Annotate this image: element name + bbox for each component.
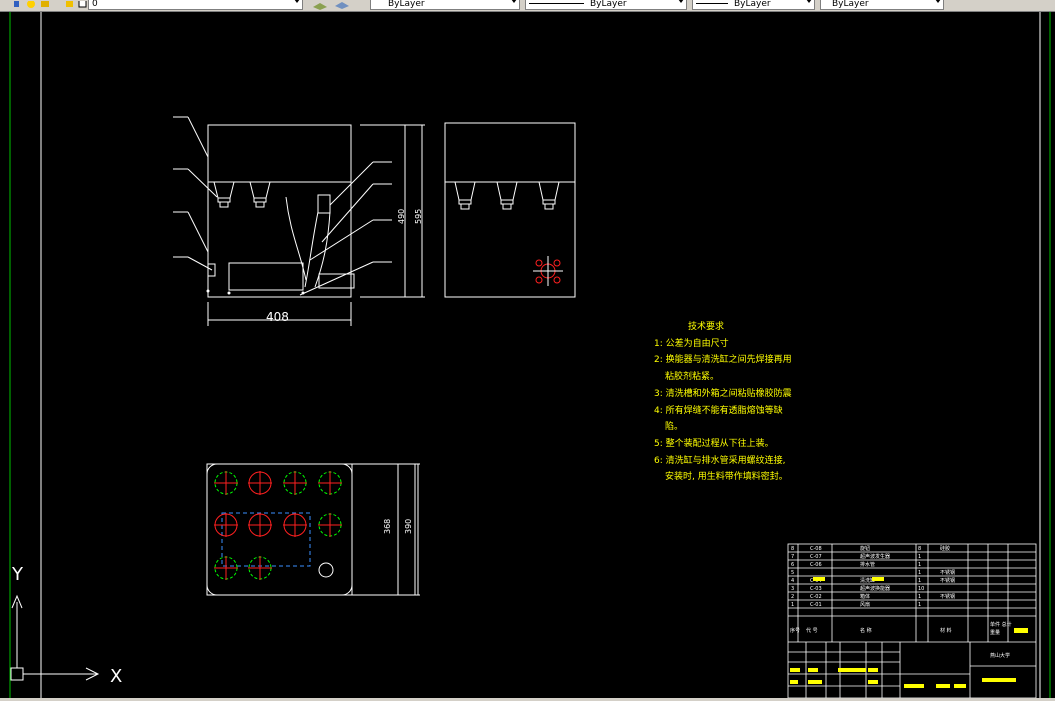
ucs-y-label: Y [11,564,24,585]
dim-plan-outer-label: 390 [404,519,413,534]
tech-note-line: 5: 整个装配过程从下往上装。 [654,439,774,449]
tech-note-line: 4: 所有焊缝不能有透脂熔蚀等缺 [654,406,783,416]
bom-cell-qty: 1 [918,562,921,568]
bom-header-mass: 单件 总计 [990,621,1012,628]
title-block [787,543,1037,698]
layer-previous-icon[interactable] [312,0,328,10]
layer-state-icon[interactable] [12,0,22,8]
tech-note-line: 陷。 [665,422,684,432]
lock-icon[interactable] [40,0,50,8]
tech-note-line: 粘胶剂粘紧。 [665,372,720,382]
bom-cell-qty: 10 [918,586,924,592]
line-sample [529,3,584,4]
ucs-x-label: X [110,666,122,687]
drawing-canvas[interactable]: 408 490 595 368 390 Y X 8 C-08 旋钮 8 硅胶7 … [0,12,1055,698]
tech-note-line: 安装时, 用生料带作填料密封。 [665,472,788,482]
line-sample [696,3,728,4]
bom-cell-code: C-02 [810,594,822,600]
sun-icon[interactable] [26,0,36,8]
lineweight-value: ByLayer [734,0,771,9]
bom-cell-qty: 1 [918,554,921,560]
plotstyle-value: ByLayer [832,0,869,9]
bom-table: 8 C-08 旋钮 8 硅胶 7 C-07 超声波发生器 1 6 C-06 排水管 1 5 1 不锈钢 4 C-0… [791,545,955,608]
chevron-down-icon [935,0,941,3]
dashed-outline [221,512,311,567]
bom-cell-code: C-06 [810,562,822,568]
bom-header-weight: 重量 [990,629,1000,636]
bom-cell-qty: 1 [918,570,921,576]
linetype-value: ByLayer [590,0,627,9]
lineweight-dropdown[interactable]: ByLayer [692,0,815,10]
linetype-dropdown[interactable]: ByLayer [525,0,687,10]
bom-cell-qty: 1 [918,594,921,600]
layer-dropdown[interactable]: 0 [88,0,303,10]
dim-plan-inner-label: 368 [383,519,392,534]
tech-note-line: 1: 公差为自由尺寸 [654,339,729,349]
bom-cell-name: 箱体 [860,593,870,600]
bom-cell-name: 旋钮 [860,545,870,552]
dim-height-inner-label: 490 [397,209,406,224]
tech-note-line: 3: 清洗槽和外箱之间粘贴橡胶防震 [654,389,792,399]
bom-cell-code: C-03 [810,586,822,592]
layer-value: 0 [92,0,98,9]
connector-icon [533,256,563,286]
front-view [173,116,425,326]
bom-cell-no: 4 [791,578,794,584]
bom-cell-material: 不锈钢 [940,569,955,576]
chevron-down-icon [678,0,684,3]
color-square-icon [78,0,88,8]
bom-header-no: 序号 [790,627,800,634]
chevron-down-icon [294,0,300,3]
chevron-down-icon [511,0,517,3]
bom-cell-code: C-07 [810,554,822,560]
bom-cell-no: 7 [791,554,794,560]
layer-freeze-icon[interactable] [65,0,75,8]
bom-header-code: 代 号 [806,627,818,634]
layers-icon[interactable] [334,0,350,9]
plotstyle-dropdown[interactable]: ByLayer [820,0,944,10]
properties-toolbar: 0 ByLayer ByLayer ByLayer ByLayer [0,0,1055,12]
tech-note-line: 6: 清洗缸与排水管采用螺纹连接, [654,456,786,466]
tech-note-line: 2: 换能器与清洗缸之间先焊接再用 [654,355,792,365]
bom-cell-qty: 1 [918,602,921,608]
bom-cell-name: 超声波换能器 [860,585,890,592]
bom-cell-material: 不锈钢 [940,577,955,584]
bom-cell-no: 5 [791,570,794,576]
bom-school: 燕山大学 [990,652,1010,659]
bom-cell-name: 风扇 [860,601,870,608]
dim-height-outer-label: 595 [414,209,423,224]
dim-width-label: 408 [266,310,289,324]
bom-cell-no: 2 [791,594,794,600]
bom-cell-material: 硅胶 [940,545,950,552]
bom-cell-name: 排水管 [860,561,875,568]
bom-cell-qty: 1 [918,578,921,584]
bom-cell-code: C-08 [810,546,822,552]
bom-cell-no: 1 [791,602,794,608]
bom-cell-name: 超声波发生器 [860,553,890,560]
tech-notes-title: 技术要求 [688,322,725,332]
bom-cell-no: 6 [791,562,794,568]
bom-cell-no: 3 [791,586,794,592]
ucs-icon [10,594,100,681]
color-value: ByLayer [388,0,425,9]
chevron-down-icon [806,0,812,3]
color-dropdown[interactable]: ByLayer [370,0,520,10]
bom-cell-material: 不锈钢 [940,593,955,600]
bom-header-material: 材 料 [940,627,952,634]
bom-header: 序号 代 号 名 称 材 料 单件 总计 重量 燕山大学 [790,621,1012,659]
bom-cell-qty: 8 [918,546,921,552]
bom-cell-no: 8 [791,546,794,552]
bom-cell-code: C-01 [810,602,822,608]
bom-header-name: 名 称 [860,627,872,634]
